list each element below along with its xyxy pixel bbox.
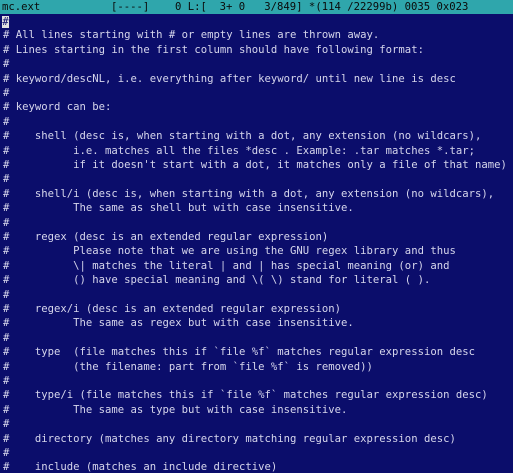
status-filename: mc.ext (2, 1, 41, 13)
editor-line[interactable]: # keyword can be: (3, 100, 111, 114)
editor-line[interactable]: # All lines starting with # or empty lin… (3, 28, 379, 42)
status-mode: [----] (111, 1, 150, 13)
editor-line[interactable]: # shell (desc is, when starting with a d… (3, 129, 481, 143)
editor-line[interactable]: # regex (desc is an extended regular exp… (3, 230, 328, 244)
editor-line[interactable]: # (3, 288, 9, 302)
editor-line[interactable]: # (the filename: part from `file %f` is … (3, 360, 373, 374)
status-position: 0 L:[ 3+ 0 3/849] *(114 /22299b) 0035 0x… (175, 1, 469, 13)
text-editor-area[interactable]: ## All lines starting with # or empty li… (0, 14, 513, 473)
editor-line[interactable]: # keyword/descNL, i.e. everything after … (3, 72, 456, 86)
editor-line[interactable]: # type (file matches this if `file %f` m… (3, 345, 475, 359)
editor-line[interactable]: # () have special meaning and \( \) stan… (3, 273, 430, 287)
editor-line[interactable]: # i.e. matches all the files *desc . Exa… (3, 144, 475, 158)
editor-line[interactable]: # directory (matches any directory match… (3, 432, 456, 446)
mcedit-window: mc.ext [----] 0 L:[ 3+ 0 3/849] *(114 /2… (0, 0, 513, 473)
editor-line[interactable]: # (3, 57, 9, 71)
editor-line[interactable]: # (3, 446, 9, 460)
editor-line[interactable]: # The same as regex but with case insens… (3, 316, 354, 330)
editor-line[interactable]: # (3, 331, 9, 345)
editor-line[interactable]: # The same as type but with case insensi… (3, 403, 347, 417)
editor-line[interactable]: # \| matches the literal | and | has spe… (3, 259, 449, 273)
editor-status-bar: mc.ext [----] 0 L:[ 3+ 0 3/849] *(114 /2… (0, 0, 513, 14)
editor-line[interactable]: # Lines starting in the first column sho… (3, 43, 424, 57)
editor-line[interactable]: # (3, 172, 9, 186)
editor-line[interactable]: # (3, 216, 9, 230)
editor-line[interactable]: # (3, 86, 9, 100)
editor-line[interactable]: # (3, 417, 9, 431)
text-cursor: # (2, 16, 9, 28)
editor-line[interactable]: # (3, 115, 9, 129)
editor-line[interactable]: # if it doesn't start with a dot, it mat… (3, 158, 507, 172)
editor-line[interactable]: # regex/i (desc is an extended regular e… (3, 302, 341, 316)
editor-line[interactable]: # Please note that we are using the GNU … (3, 244, 456, 258)
editor-line[interactable]: # (3, 374, 9, 388)
editor-line[interactable]: # The same as shell but with case insens… (3, 201, 354, 215)
editor-line[interactable]: # include (matches an include directive) (3, 460, 277, 473)
editor-line[interactable]: # type/i (file matches this if `file %f`… (3, 388, 488, 402)
editor-line[interactable]: # shell/i (desc is, when starting with a… (3, 187, 494, 201)
